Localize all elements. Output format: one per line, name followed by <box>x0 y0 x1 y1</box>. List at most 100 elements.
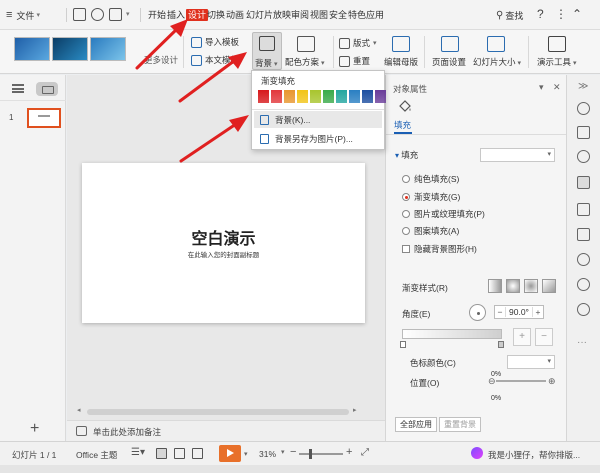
decrement-icon[interactable]: − <box>495 307 505 317</box>
position-slider[interactable] <box>496 380 546 382</box>
help-icon[interactable]: ? <box>537 6 544 22</box>
save-icon[interactable] <box>73 8 86 21</box>
increment-icon[interactable]: ⊕ <box>548 376 556 387</box>
notes-placeholder[interactable]: 单击此处添加备注 <box>93 426 161 438</box>
slide-subtitle[interactable]: 在此输入您的封面副标题 <box>82 249 365 259</box>
fit-window-icon[interactable]: ⤢ <box>361 447 369 458</box>
decrement-icon[interactable]: ⊖ <box>488 376 496 387</box>
gradient-swatch-7[interactable] <box>336 90 347 103</box>
background-settings-item[interactable]: 背景(K)... <box>254 111 382 128</box>
help-icon[interactable] <box>577 303 590 316</box>
gradient-stop-right[interactable] <box>498 341 504 348</box>
scroll-right-icon[interactable]: ▸ <box>353 406 357 414</box>
presentation-tools-button[interactable]: 演示工具 <box>537 56 576 68</box>
zoom-in-icon[interactable]: + <box>346 446 352 458</box>
save-background-as-image-item[interactable]: 背景另存为图片(P)... <box>254 130 382 147</box>
hide-background-option[interactable]: 隐藏背景图形(H) <box>402 243 477 255</box>
gradient-stop-left[interactable] <box>400 341 406 348</box>
zoom-slider[interactable] <box>299 453 343 455</box>
edit-master-icon[interactable] <box>392 36 410 52</box>
share-icon[interactable] <box>577 228 590 241</box>
collapse-icon[interactable]: ≫ <box>578 81 588 92</box>
normal-view-icon[interactable] <box>156 448 167 459</box>
shape-icon[interactable] <box>577 102 590 115</box>
radio-selected[interactable] <box>402 193 410 201</box>
pane-dropdown-icon[interactable]: ▾ <box>539 82 544 93</box>
design-thumbnail-2[interactable] <box>52 37 88 61</box>
chevron-down-icon[interactable]: ▾ <box>244 450 248 458</box>
gradient-swatch-4[interactable] <box>297 90 308 103</box>
add-stop-icon[interactable]: + <box>513 328 531 346</box>
apply-all-button[interactable]: 全部应用 <box>395 417 437 432</box>
search-button[interactable]: ⚲ 查找 <box>496 0 523 30</box>
collapse-ribbon-icon[interactable]: ⌃ <box>572 6 582 22</box>
tab-animation[interactable]: 动画 <box>226 9 244 21</box>
tab-features[interactable]: 特色应用 <box>348 9 384 21</box>
tab-transition[interactable]: 切换 <box>207 9 225 21</box>
sound-icon[interactable] <box>577 253 590 266</box>
gradient-swatch-8[interactable] <box>349 90 360 103</box>
scroll-left-icon[interactable]: ◂ <box>77 406 81 414</box>
reading-view-icon[interactable] <box>192 448 203 459</box>
scrollbar-track[interactable] <box>87 409 349 415</box>
zoom-out-icon[interactable]: − <box>290 446 296 458</box>
outline-view-icon[interactable] <box>12 84 24 93</box>
design-thumbnail-1[interactable] <box>14 37 50 61</box>
angle-value[interactable]: 90.0° <box>505 307 533 317</box>
more-icon[interactable]: ▾ <box>126 10 130 18</box>
thumbnail-view-icon[interactable] <box>36 82 58 96</box>
slide-sorter-icon[interactable] <box>174 448 185 459</box>
slide-size-icon[interactable] <box>487 36 505 52</box>
design-thumbnail-3[interactable] <box>90 37 126 61</box>
tab-security[interactable]: 安全 <box>329 9 347 21</box>
assistant-message[interactable]: 我是小狸仔，帮你排版... <box>488 449 580 461</box>
slide-thumbnail[interactable] <box>27 108 61 128</box>
presentation-tools-icon[interactable] <box>548 36 566 52</box>
gradient-swatch-5[interactable] <box>310 90 321 103</box>
copy-icon[interactable] <box>577 126 590 139</box>
theme-name[interactable]: Office 主题 <box>76 449 117 461</box>
slide[interactable]: 空白演示 在此输入您的封面副标题 <box>82 163 365 323</box>
tab-home[interactable]: 开始 <box>148 9 166 21</box>
add-slide-icon[interactable]: + <box>30 421 39 437</box>
properties-icon[interactable] <box>577 176 590 189</box>
pattern-fill-option[interactable]: 图案填充(A) <box>402 225 459 237</box>
more-icon[interactable]: ··· <box>577 337 587 348</box>
picture-fill-option[interactable]: 图片或纹理填充(P) <box>402 208 485 220</box>
notes-bar[interactable]: 单击此处添加备注 <box>67 420 385 441</box>
gradient-swatch-1[interactable] <box>258 90 269 103</box>
tab-design[interactable]: 设计 <box>186 9 209 21</box>
tab-view[interactable]: 视图 <box>310 9 328 21</box>
color-scheme-icon[interactable] <box>297 36 315 52</box>
gradient-style-radial[interactable] <box>506 279 520 293</box>
fill-color-dropdown[interactable] <box>480 148 555 162</box>
close-icon[interactable]: ✕ <box>553 82 561 93</box>
horizontal-scrollbar[interactable]: ◂ ▸ <box>77 407 377 416</box>
gradient-fill-option[interactable]: 渐变填充(G) <box>402 191 460 203</box>
more-options-icon[interactable]: ⋮ <box>555 6 567 22</box>
page-setup-icon[interactable] <box>441 36 459 52</box>
gradient-swatch-9[interactable] <box>362 90 373 103</box>
slide-size-button[interactable]: 幻灯片大小 <box>473 56 521 68</box>
increment-icon[interactable]: + <box>533 307 543 317</box>
tab-review[interactable]: 审阅 <box>291 9 309 21</box>
tab-slideshow[interactable]: 幻灯片放映 <box>246 9 291 21</box>
stop-color-dropdown[interactable] <box>507 355 555 369</box>
notes-toggle-icon[interactable]: ☰▾ <box>131 447 145 458</box>
color-scheme-button[interactable]: 配色方案 <box>285 56 324 68</box>
file-menu[interactable]: ≡ 文件 ▾ <box>6 0 40 30</box>
play-slideshow-button[interactable] <box>219 445 241 462</box>
radio[interactable] <box>402 227 410 235</box>
layout-button[interactable]: 版式 <box>339 37 377 49</box>
remove-stop-icon[interactable]: − <box>535 328 553 346</box>
gradient-swatch-6[interactable] <box>323 90 334 103</box>
print-icon[interactable] <box>109 8 122 21</box>
tab-fill[interactable]: 填充 <box>394 119 411 131</box>
chevron-down-icon[interactable]: ▾ <box>281 448 285 456</box>
assistant-avatar[interactable] <box>471 447 483 459</box>
undo-icon[interactable] <box>91 8 104 21</box>
angle-dial[interactable] <box>469 304 486 321</box>
reset-button[interactable]: 重置 <box>339 55 370 67</box>
text-template-button[interactable]: 本文模板 <box>191 54 239 66</box>
solid-fill-option[interactable]: 纯色填充(S) <box>402 173 459 185</box>
